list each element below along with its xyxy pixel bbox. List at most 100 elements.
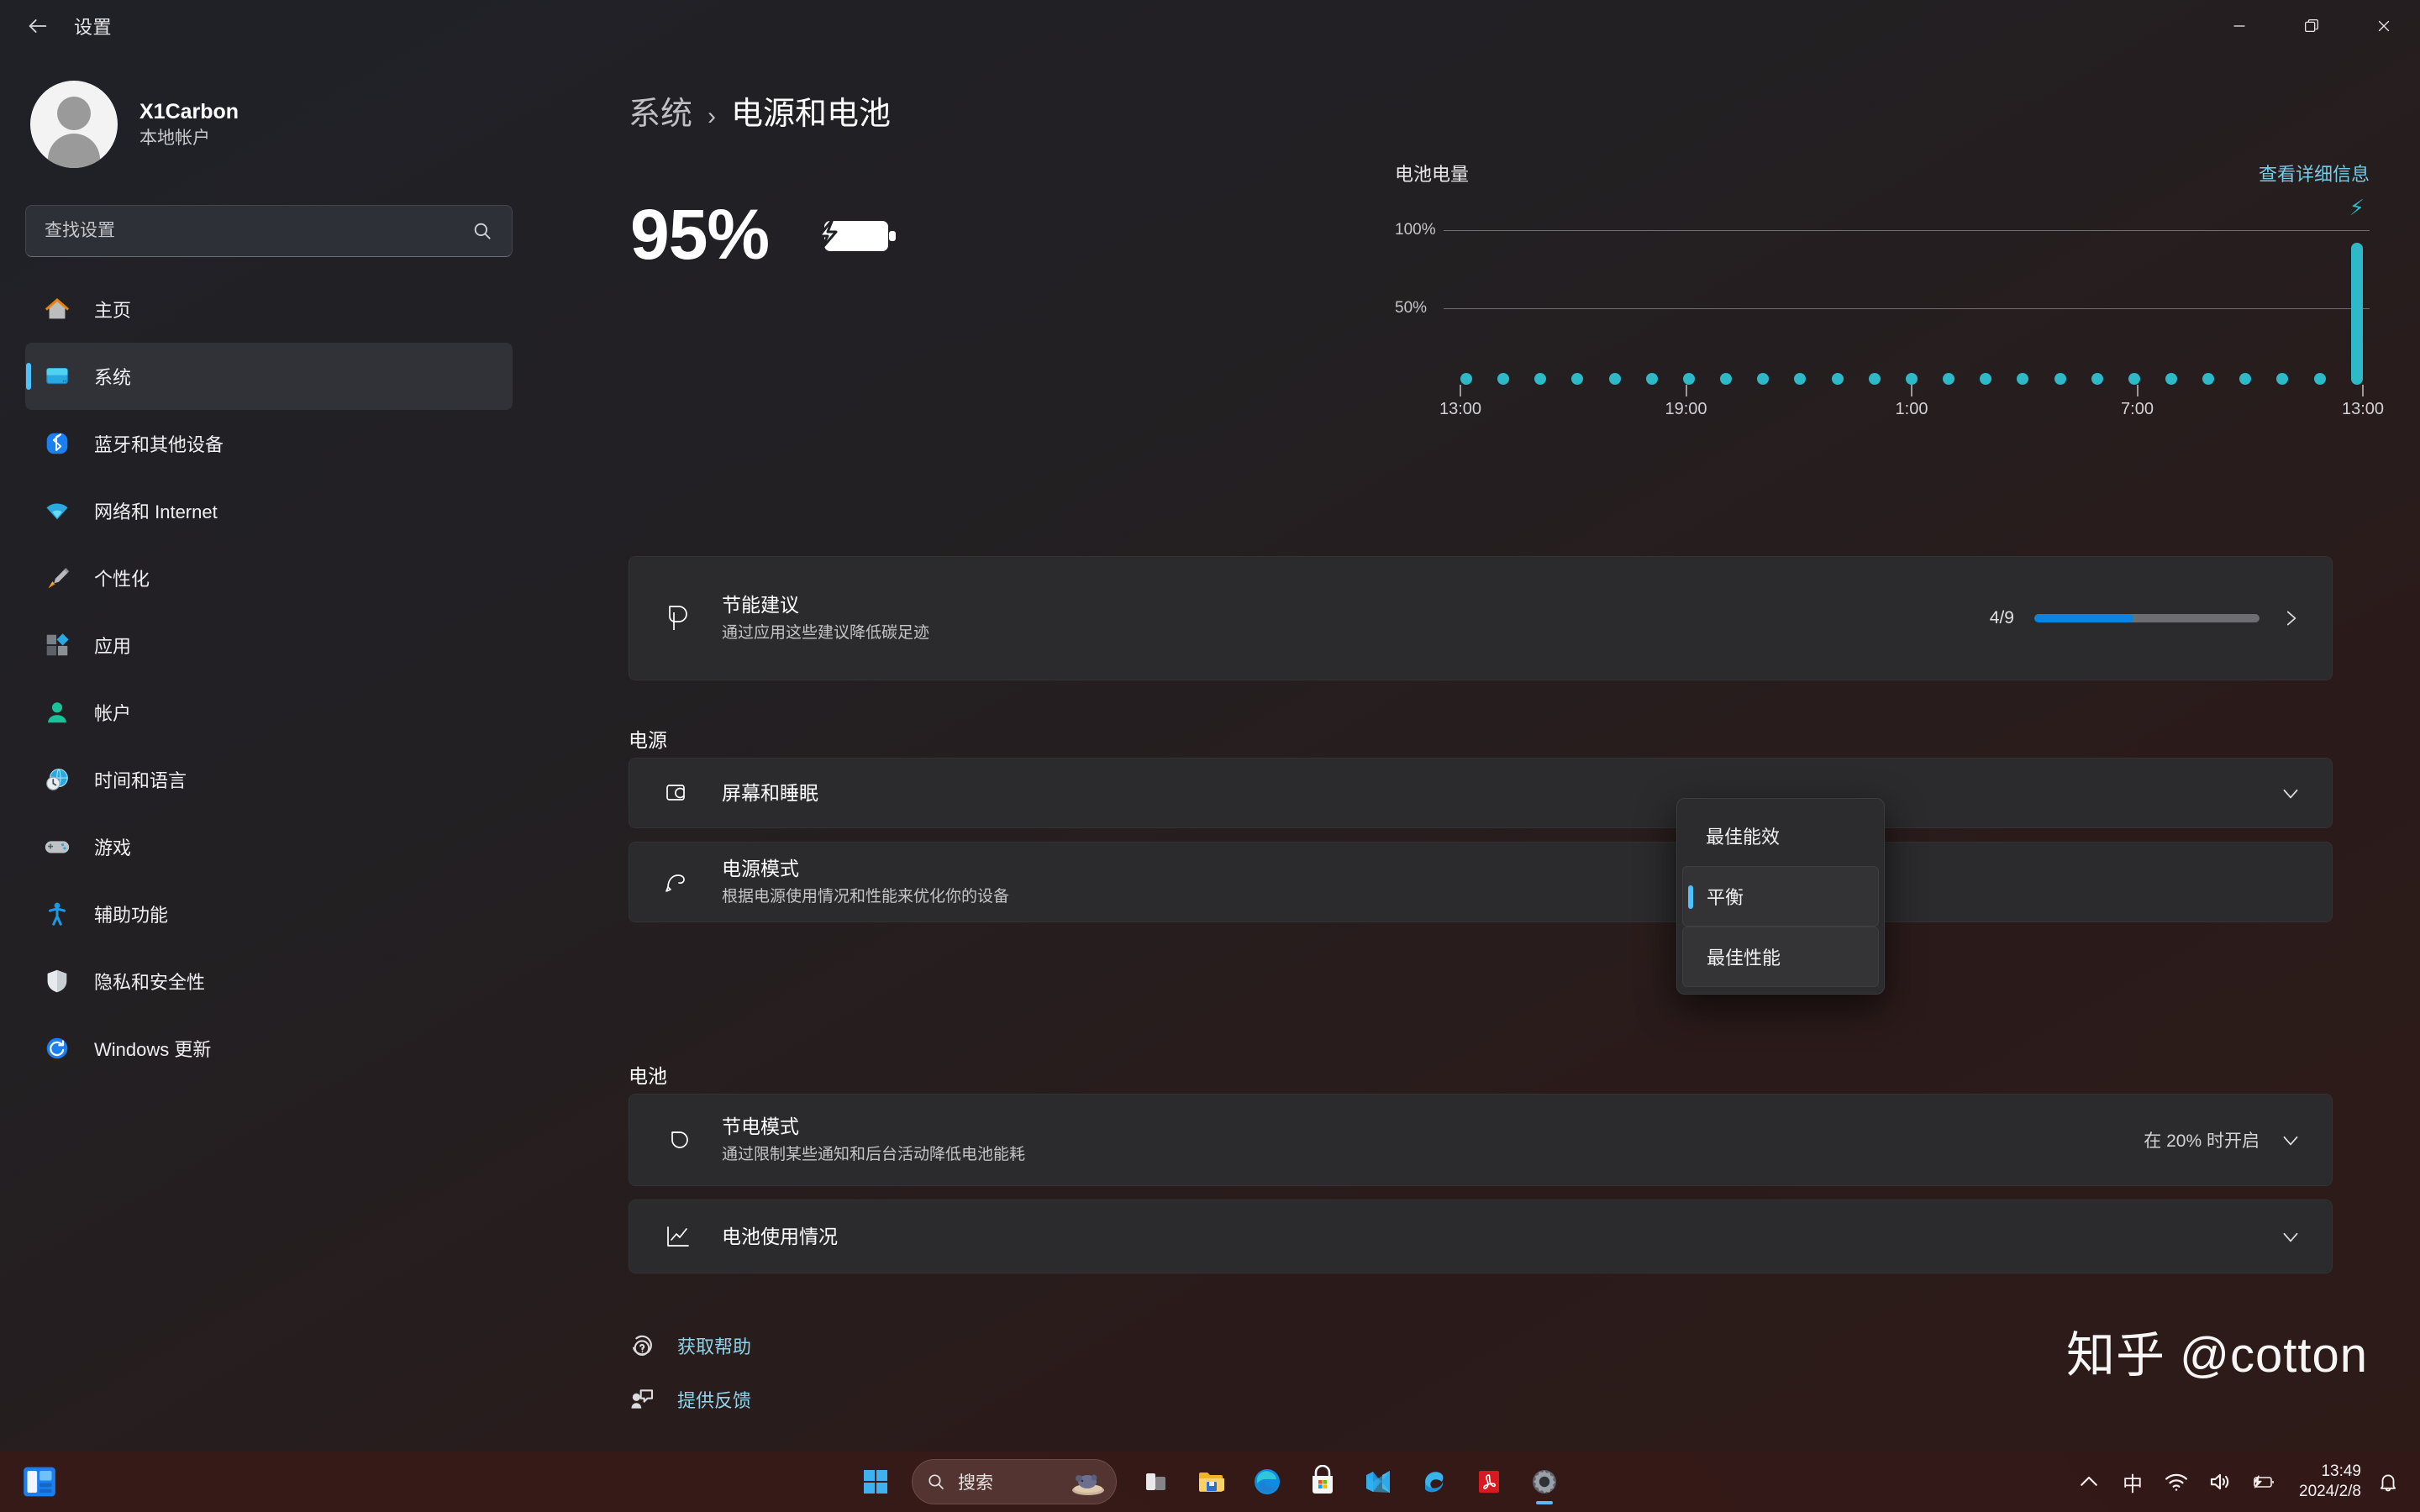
window-controls [2203, 0, 2420, 52]
chart-bar [1831, 373, 1844, 385]
power-mode-option-best-performance[interactable]: 最佳性能 [1682, 927, 1879, 987]
chart-bar [1868, 373, 1881, 385]
microsoft-store-icon[interactable] [1297, 1456, 1349, 1508]
chart-title: 电池电量 [1395, 164, 1470, 185]
screen-sleep-icon [660, 774, 697, 811]
sidebar-item-home[interactable]: 主页 [25, 276, 513, 343]
battery-level-chart: 电池电量 查看详细信息 100% 50% ⚡ 13:00 19:00 1:00 7:0… [1395, 160, 2384, 427]
sidebar-item-time-language[interactable]: 时间和语言 [25, 746, 513, 813]
chevron-right-icon[interactable] [2280, 607, 2302, 629]
search-input[interactable] [45, 221, 471, 241]
power-mode-option-balanced[interactable]: 平衡 [1682, 866, 1879, 927]
visual-studio-icon[interactable] [1352, 1456, 1404, 1508]
windows-start-icon[interactable] [850, 1456, 902, 1508]
power-mode-option-best-efficiency[interactable]: 最佳能效 [1682, 806, 1879, 866]
taskbar-search-placeholder: 搜索 [958, 1473, 993, 1493]
sidebar-item-windows-update[interactable]: Windows 更新 [25, 1015, 513, 1082]
clock-date: 2024/2/8 [2299, 1483, 2361, 1500]
settings-gear-icon[interactable] [1518, 1456, 1570, 1508]
wifi-icon [42, 496, 72, 526]
title-bar: 设置 [0, 0, 2420, 52]
suggestion-progress-bar [2034, 614, 2260, 622]
search-box[interactable] [25, 205, 513, 257]
sidebar-item-system[interactable]: 系统 [25, 343, 513, 410]
card-text: 节电模式 通过限制某些通知和后台活动降低电池能耗 [722, 1113, 2144, 1167]
x-tick [2136, 385, 2139, 396]
chart-bar [2202, 373, 2215, 385]
bluetooth-icon [42, 428, 72, 459]
minimize-icon[interactable] [2203, 0, 2275, 52]
search-icon [474, 223, 491, 239]
battery-saver-value: 在 20% 时开启 [2144, 1131, 2260, 1151]
battery-saver-row[interactable]: 节电模式 通过限制某些通知和后台活动降低电池能耗 在 20% 时开启 [629, 1094, 2333, 1186]
chevron-down-icon[interactable] [2280, 1226, 2302, 1247]
card-title: 节电模式 [722, 1116, 799, 1138]
sidebar-item-bluetooth[interactable]: 蓝牙和其他设备 [25, 410, 513, 477]
chart-bar [1534, 373, 1547, 385]
sidebar-item-apps[interactable]: 应用 [25, 612, 513, 679]
chevron-down-icon[interactable] [2280, 1129, 2302, 1151]
paintbrush-icon [42, 563, 72, 593]
chart-bar [1794, 373, 1807, 385]
power-mode-row[interactable]: 电源模式 根据电源使用情况和性能来优化你的设备 [629, 842, 2333, 922]
view-details-link[interactable]: 查看详细信息 [2259, 160, 2370, 186]
speaker-icon[interactable] [2198, 1456, 2242, 1508]
pdf-reader-icon[interactable] [1463, 1456, 1515, 1508]
energy-suggestions-card[interactable]: 节能建议 通过应用这些建议降低碳足迹 4/9 [629, 556, 2333, 680]
power-section-heading: 电源 [629, 729, 667, 751]
card-title: 电源模式 [722, 858, 799, 880]
chart-bars [1460, 225, 2363, 385]
close-icon[interactable] [2348, 0, 2420, 52]
breadcrumb-parent[interactable]: 系统 [629, 87, 692, 134]
get-help-link[interactable]: 获取帮助 [629, 1319, 751, 1373]
sidebar-item-accounts[interactable]: 帐户 [25, 679, 513, 746]
taskbar-left [15, 1457, 64, 1506]
help-question-icon [632, 1335, 652, 1356]
ime-indicator[interactable]: 中 [2111, 1456, 2154, 1508]
sidebar-item-personalization[interactable]: 个性化 [25, 544, 513, 612]
clock-time: 13:49 [2321, 1462, 2361, 1481]
battery-charging-icon [818, 218, 897, 251]
sidebar-item-gaming[interactable]: 游戏 [25, 813, 513, 880]
taskbar-search-box[interactable]: 搜索 [912, 1459, 1117, 1504]
chevron-up-icon[interactable] [2067, 1456, 2111, 1508]
sidebar-item-privacy[interactable]: 隐私和安全性 [25, 948, 513, 1015]
taskbar-center: 搜索 [850, 1456, 1570, 1508]
battery-usage-row[interactable]: 电池使用情况 [629, 1200, 2333, 1273]
edge-dev-icon[interactable] [1407, 1456, 1460, 1508]
card-title: 电池使用情况 [722, 1225, 838, 1247]
sidebar-item-label: 主页 [94, 300, 132, 321]
taskbar-clock[interactable]: 13:49 2024/2/8 [2299, 1462, 2361, 1502]
screen-and-sleep-row[interactable]: 屏幕和睡眠 [629, 758, 2333, 828]
card-title: 节能建议 [722, 594, 799, 617]
main-content: 系统 › 电源和电池 95% 电池电量 查看详细信息 100% 50% ⚡ 13… [538, 52, 2420, 1452]
task-view-icon[interactable] [1130, 1456, 1182, 1508]
give-feedback-link[interactable]: 提供反馈 [629, 1373, 751, 1426]
chevron-down-icon[interactable] [2280, 782, 2302, 804]
card-right: 在 20% 时开启 [2144, 1127, 2302, 1152]
restore-icon[interactable] [2275, 0, 2348, 52]
widgets-panel-icon[interactable] [15, 1457, 64, 1506]
card-right: 4/9 [1990, 607, 2302, 629]
chart-bar [2017, 373, 2029, 385]
power-mode-flyout: 最佳能效 平衡 最佳性能 [1676, 798, 1885, 995]
card-subtitle: 通过限制某些通知和后台活动降低电池能耗 [722, 1146, 1026, 1164]
sidebar-item-label: 应用 [94, 636, 132, 657]
x-tick [2362, 385, 2364, 396]
accessibility-icon [42, 899, 72, 929]
card-text: 电池使用情况 [722, 1223, 2280, 1250]
battery-charging-icon[interactable] [2242, 1456, 2286, 1508]
sidebar-item-network[interactable]: 网络和 Internet [25, 477, 513, 544]
wifi-icon[interactable] [2154, 1456, 2198, 1508]
power-mode-icon [660, 864, 697, 900]
system-monitor-icon [42, 361, 72, 391]
file-explorer-icon[interactable] [1186, 1456, 1238, 1508]
sidebar-item-label: 系统 [94, 367, 132, 388]
sidebar-item-accessibility[interactable]: 辅助功能 [25, 880, 513, 948]
microsoft-edge-icon[interactable] [1241, 1456, 1293, 1508]
account-block[interactable]: X1Carbon 本地帐户 [30, 81, 513, 168]
x-tick [1911, 385, 1912, 396]
bell-icon[interactable] [2370, 1456, 2407, 1508]
back-arrow-icon[interactable] [12, 0, 64, 52]
sidebar-item-label: 网络和 Internet [94, 501, 218, 522]
